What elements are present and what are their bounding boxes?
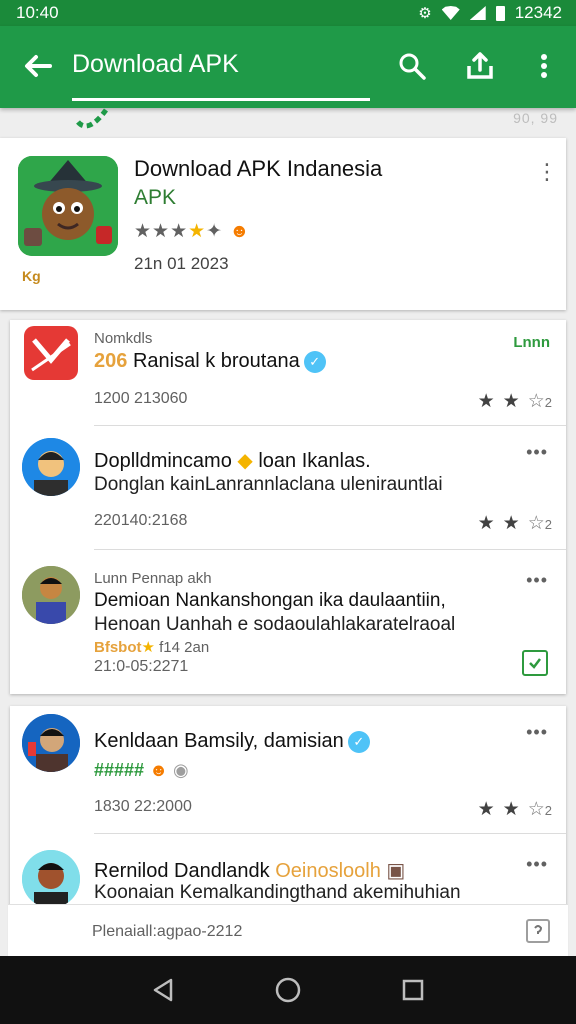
item-name: Kenldaan Bamsily, damisian ✓ xyxy=(94,730,370,753)
item-tags: ##### ☻ ◉ xyxy=(94,760,189,780)
verified-badge-icon: ✓ xyxy=(347,730,370,753)
avatar xyxy=(22,438,80,496)
item-status-label: Lnnn xyxy=(513,334,550,351)
item-name: Rernilod Dandlandk Oeinosloolh ▣ xyxy=(94,860,406,882)
list-item[interactable]: Doplldmincamo ◆ loan Ikanlas. Donglan ka… xyxy=(10,426,566,550)
bottom-action-icon[interactable] xyxy=(526,919,550,943)
item-more-icon[interactable]: ••• xyxy=(526,854,548,875)
app-logo-icon xyxy=(24,326,78,380)
header-subtitle: APK xyxy=(134,186,177,209)
item-date: 21:0-05:2271 xyxy=(94,658,189,675)
avatar xyxy=(22,850,80,908)
nav-home-icon[interactable] xyxy=(274,976,302,1004)
faded-text: 90, 99 xyxy=(513,110,558,126)
app-bar: Download APK xyxy=(0,26,576,108)
status-bar: 10:40 ⚙ 12342 xyxy=(0,0,576,26)
item-name: 206 Ranisal k broutana ✓ xyxy=(94,350,326,373)
overflow-menu-icon[interactable] xyxy=(530,50,562,82)
item-date: 1830 22:2000 xyxy=(94,798,192,815)
item-small-label: Lunn Pennap akh xyxy=(94,570,212,587)
vibrate-icon: ⚙ xyxy=(418,5,432,22)
title-underline xyxy=(72,98,370,101)
app-icon xyxy=(18,156,118,256)
list-item[interactable]: Nomkdls 206 Ranisal k broutana ✓ Lnnn 120… xyxy=(10,320,566,426)
item-text: Donglan kainLanrannlaclana ulenirauntlai xyxy=(94,474,443,495)
list-item[interactable]: Kenldaan Bamsily, damisian ✓ ##### ☻ ◉ 18… xyxy=(10,706,566,834)
avatar xyxy=(22,566,80,624)
appbar-title: Download APK xyxy=(72,50,239,78)
status-time: 10:40 xyxy=(16,3,59,22)
signal-icon xyxy=(469,6,486,20)
item-rating: ★★☆2 xyxy=(477,799,552,820)
item-accent: Bfsbot★ f14 2an xyxy=(94,639,210,656)
nav-recents-icon[interactable] xyxy=(399,976,427,1004)
bottom-text: Plenaiall:agpao-2212 xyxy=(92,923,243,940)
header-title: Download APK Indanesia xyxy=(134,156,383,181)
header-date: 21n 01 2023 xyxy=(134,254,229,273)
item-date: 220140:2168 xyxy=(94,512,188,529)
status-right-time: 12342 xyxy=(514,3,562,22)
nav-back-icon[interactable] xyxy=(149,976,177,1004)
avatar xyxy=(22,714,80,772)
item-more-icon[interactable]: ••• xyxy=(526,570,548,591)
item-rating: ★★☆2 xyxy=(477,391,552,412)
list-item[interactable]: Lunn Pennap akh Demioan Nankanshongan ik… xyxy=(10,550,566,694)
status-icons: ⚙ 12342 xyxy=(418,3,562,23)
wifi-icon xyxy=(441,6,460,20)
battery-icon xyxy=(495,5,505,21)
item-more-icon[interactable]: ••• xyxy=(526,442,548,463)
item-name: Doplldmincamo ◆ loan Ikanlas. xyxy=(94,450,371,472)
download-check-icon[interactable] xyxy=(522,650,548,676)
item-text: Koonaian Kemalkandingthand akemihuhian xyxy=(94,882,461,903)
item-rating: ★★☆2 xyxy=(477,513,552,534)
review-list-card: Nomkdls 206 Ranisal k broutana ✓ Lnnn 120… xyxy=(10,320,566,694)
header-rating-stars: ★★★★✦ ☻ xyxy=(134,221,251,242)
item-small-label: Nomkdls xyxy=(94,330,153,347)
item-date: 1200 213060 xyxy=(94,390,188,407)
system-nav-bar xyxy=(0,956,576,1024)
item-more-icon[interactable]: ••• xyxy=(526,722,548,743)
verified-badge-icon: ✓ xyxy=(303,350,326,373)
item-text-2: Henoan Uanhah e sodaoulahlakaratelraoal xyxy=(94,614,456,635)
back-arrow-icon[interactable] xyxy=(20,48,56,84)
search-icon[interactable] xyxy=(396,50,428,82)
item-text-1: Demioan Nankanshongan ika daulaantiin, xyxy=(94,590,446,611)
header-more-icon[interactable]: ⋮ xyxy=(536,160,558,184)
header-tag: Kg xyxy=(22,268,41,284)
loading-spinner-icon xyxy=(76,104,116,134)
share-icon[interactable] xyxy=(464,50,496,82)
bottom-info-strip[interactable]: Plenaiall:agpao-2212 xyxy=(8,904,568,956)
